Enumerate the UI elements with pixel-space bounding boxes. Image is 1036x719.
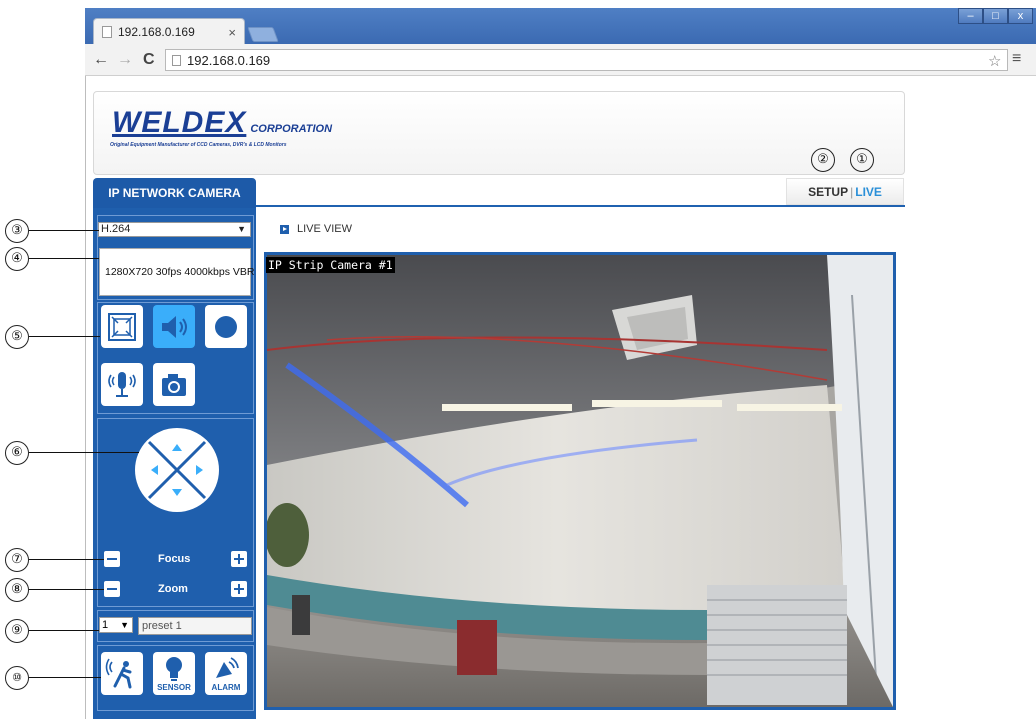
zoom-plus-button[interactable]	[231, 581, 247, 597]
leader-line	[29, 677, 101, 678]
microphone-icon	[108, 371, 136, 397]
leader-line	[29, 559, 104, 560]
tab-title: 192.168.0.169	[118, 25, 195, 39]
leader-line	[29, 452, 139, 453]
focus-plus-button[interactable]	[231, 551, 247, 567]
microphone-button[interactable]	[101, 363, 143, 406]
top-nav: SETUP | LIVE	[786, 178, 904, 205]
callout-2: ②	[811, 148, 835, 172]
browser-menu-icon[interactable]: ≡	[1012, 50, 1021, 68]
preset-number-select[interactable]: 1 ▼	[99, 617, 133, 633]
motion-button[interactable]	[101, 652, 143, 695]
zoom-label: Zoom	[158, 583, 188, 595]
minus-icon	[107, 588, 117, 590]
page-icon	[102, 26, 112, 38]
ptz-direction-icon	[147, 440, 207, 500]
record-icon	[215, 315, 237, 338]
camera-icon	[162, 373, 186, 396]
leader-line	[29, 630, 99, 631]
maximize-button[interactable]: □	[983, 8, 1008, 24]
camera-label: IP Strip Camera #1	[266, 257, 395, 273]
sensor-icon	[166, 656, 182, 681]
logo-wordmark: WELDEX	[112, 106, 247, 139]
callout-9: ⑨	[5, 619, 29, 643]
close-button[interactable]: x	[1008, 8, 1033, 24]
url-text: 192.168.0.169	[187, 52, 271, 68]
codec-value: H.264	[101, 223, 131, 235]
screen: 192.168.0.169 × – □ x ← → C 192.168.0.16…	[0, 0, 1036, 719]
logo-tagline: Original Equipment Manufacturer of CCD C…	[110, 142, 287, 148]
sensor-label: SENSOR	[157, 683, 191, 692]
leader-line	[29, 589, 104, 590]
address-bar[interactable]: 192.168.0.169	[165, 49, 1008, 71]
callout-5: ⑤	[5, 325, 29, 349]
motion-icon	[105, 658, 132, 688]
preset-number-value: 1	[102, 619, 109, 631]
leader-line	[29, 336, 100, 337]
window-controls: – □ x	[958, 8, 1034, 24]
callout-3: ③	[5, 219, 29, 243]
bookmark-star-icon[interactable]: ☆	[988, 52, 1001, 70]
reload-button[interactable]: C	[143, 52, 155, 68]
chevron-down-icon: ▼	[120, 620, 129, 630]
callout-7: ⑦	[5, 548, 29, 572]
window-edge	[85, 8, 86, 719]
alarm-icon	[216, 656, 239, 678]
sidebar-title: IP NETWORK CAMERA	[93, 178, 256, 208]
logo-corporation: CORPORATION	[250, 123, 333, 135]
stream-info: 1280X720 30fps 4000kbps VBR	[99, 248, 254, 296]
chevron-down-icon: ▼	[237, 224, 246, 234]
live-view-title: LIVE VIEW	[297, 223, 353, 235]
callout-1: ①	[850, 148, 874, 172]
speaker-icon	[162, 315, 187, 338]
callout-8: ⑧	[5, 578, 29, 602]
snapshot-button[interactable]	[153, 363, 195, 406]
browser-tab[interactable]: 192.168.0.169 ×	[93, 18, 245, 45]
fullscreen-icon	[108, 312, 136, 341]
ptz-joystick[interactable]	[135, 428, 219, 512]
minimize-button[interactable]: –	[958, 8, 983, 24]
codec-select[interactable]: H.264 ▼	[98, 222, 251, 237]
weldex-logo: WELDEX CORPORATION	[112, 106, 332, 140]
camera-feed-image	[267, 255, 893, 707]
fullscreen-button[interactable]	[101, 305, 143, 348]
preset-name-field[interactable]: preset 1	[138, 617, 252, 635]
zoom-minus-button[interactable]	[104, 581, 120, 597]
back-button[interactable]: ←	[93, 52, 109, 68]
callout-10: ⑩	[5, 666, 29, 690]
page-icon	[172, 54, 181, 66]
minus-icon	[107, 558, 117, 560]
setup-link[interactable]: SETUP	[808, 185, 848, 199]
focus-minus-button[interactable]	[104, 551, 120, 567]
leader-line	[29, 258, 99, 259]
forward-button[interactable]: →	[117, 52, 133, 68]
callout-6: ⑥	[5, 441, 29, 465]
audio-button[interactable]	[153, 305, 195, 348]
alarm-button[interactable]: ALARM	[205, 652, 247, 695]
tab-close-icon[interactable]: ×	[228, 25, 236, 40]
bullet-icon	[280, 224, 289, 234]
live-link[interactable]: LIVE	[855, 185, 882, 199]
sensor-button[interactable]: SENSOR	[153, 652, 195, 695]
leader-line	[29, 230, 99, 231]
live-view-heading: LIVE VIEW	[280, 223, 352, 235]
nav-separator: |	[850, 184, 854, 199]
video-viewport[interactable]	[264, 252, 896, 710]
focus-label: Focus	[158, 553, 191, 565]
record-button[interactable]	[205, 305, 247, 348]
alarm-label: ALARM	[211, 683, 241, 692]
new-tab-button[interactable]	[247, 27, 279, 42]
callout-4: ④	[5, 247, 29, 271]
